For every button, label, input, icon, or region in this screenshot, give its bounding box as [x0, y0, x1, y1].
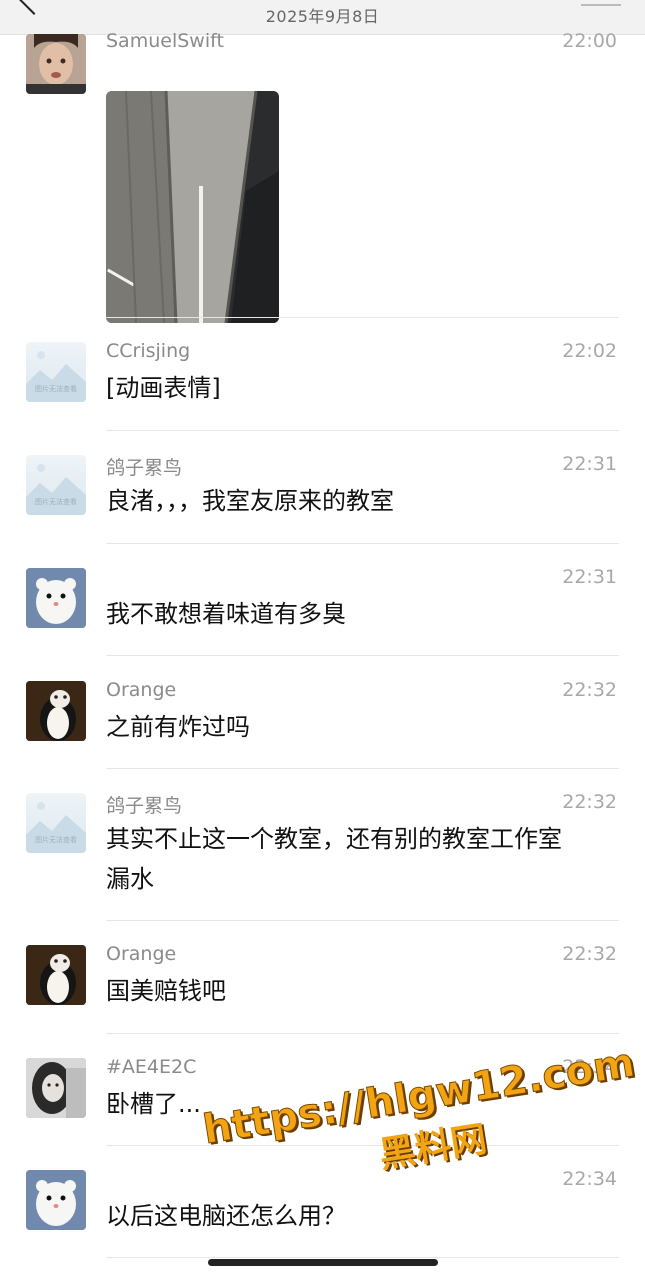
message-text: 良渚，，，我室友原来的教室: [106, 487, 394, 515]
message-text: 国美赔钱吧: [106, 977, 226, 1005]
sender-name: Orange: [106, 679, 177, 701]
placeholder-caption: 图片无法查看: [35, 836, 77, 844]
chat-history-header: 2025年9月8日: [0, 0, 645, 35]
divider: [106, 1033, 619, 1034]
message-text: 我不敢想着味道有多臭: [106, 600, 346, 628]
message-text-line-1: 其实不止这一个教室，还有别的教室工作室: [106, 825, 562, 853]
avatar[interactable]: [26, 568, 86, 628]
image-message[interactable]: [106, 91, 279, 323]
avatar[interactable]: [26, 1058, 86, 1118]
message-time: 22:32: [562, 791, 617, 813]
message-time: 22:32: [562, 943, 617, 965]
message-text: 之前有炸过吗: [106, 713, 250, 741]
message-time: 22:31: [562, 453, 617, 475]
sender-name: CCrisjing: [106, 340, 191, 362]
divider: [106, 920, 619, 921]
divider: [106, 768, 619, 769]
divider: [106, 655, 619, 656]
sender-name: SamuelSwift: [106, 30, 224, 52]
avatar-placeholder[interactable]: 图片无法查看: [26, 455, 86, 515]
sender-name: 鸽子累鸟: [106, 457, 183, 479]
divider: [106, 317, 619, 318]
sender-name: Orange: [106, 943, 177, 965]
message-text-line-2: 漏水: [106, 865, 154, 893]
date-label: 2025年9月8日: [265, 7, 380, 26]
divider: [106, 1257, 619, 1258]
avatar[interactable]: [26, 34, 86, 94]
placeholder-caption: 图片无法查看: [35, 385, 77, 393]
message-text: [动画表情]: [106, 374, 221, 402]
divider: [106, 543, 619, 544]
avatar[interactable]: [26, 681, 86, 741]
message-time: 22:32: [562, 679, 617, 701]
more-icon[interactable]: [581, 0, 621, 6]
message-time: 22:31: [562, 566, 617, 588]
avatar-placeholder[interactable]: 图片无法查看: [26, 793, 86, 853]
message-time: 22:02: [562, 340, 617, 362]
avatar[interactable]: [26, 1170, 86, 1230]
home-indicator[interactable]: [208, 1259, 438, 1266]
divider: [106, 430, 619, 431]
sender-name: 鸽子累鸟: [106, 795, 183, 817]
avatar-placeholder[interactable]: 图片无法查看: [26, 342, 86, 402]
message-time: 22:00: [562, 30, 617, 52]
sender-name: #AE4E2C: [106, 1056, 197, 1078]
avatar[interactable]: [26, 945, 86, 1005]
placeholder-caption: 图片无法查看: [35, 498, 77, 506]
